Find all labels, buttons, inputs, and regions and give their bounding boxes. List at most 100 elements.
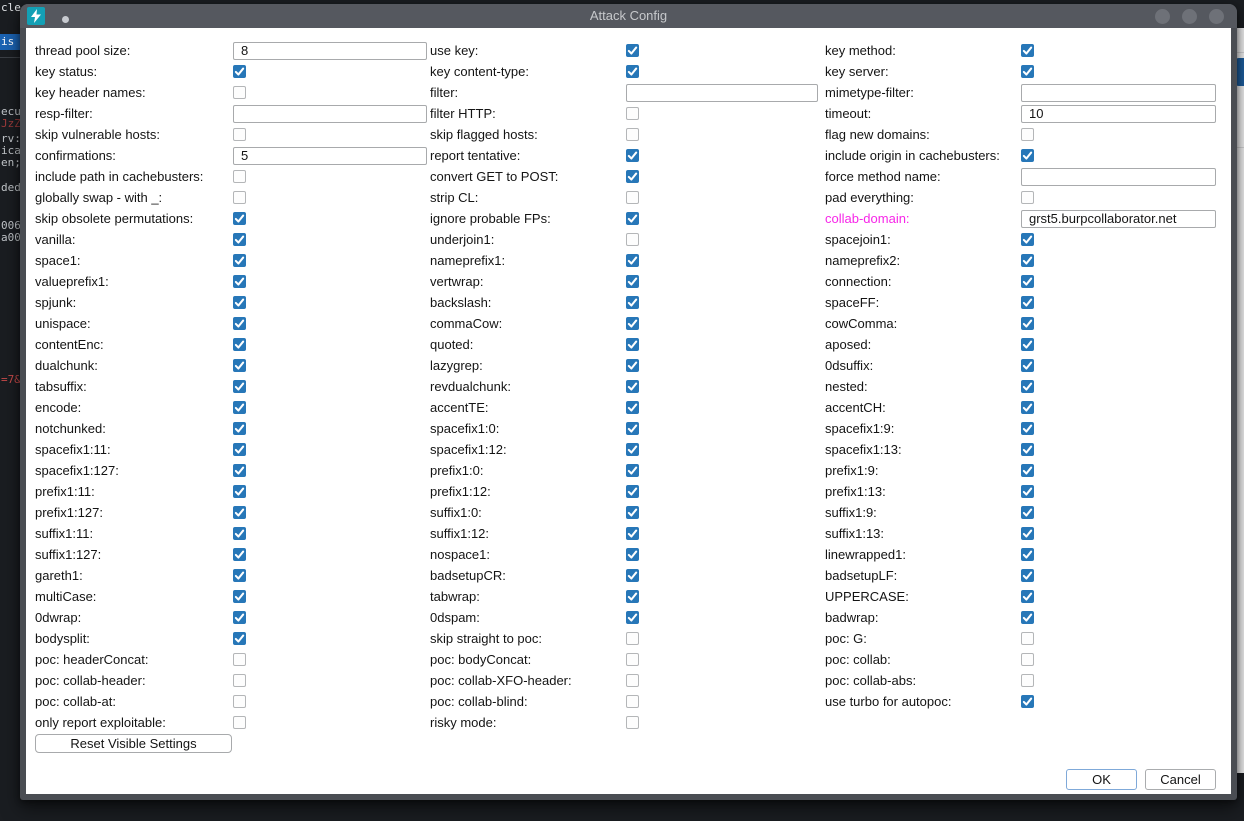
checkbox-vertwrap[interactable] [626,275,639,288]
checkbox-prefix1-9[interactable] [1021,464,1034,477]
checkbox-risky-mode[interactable] [626,716,639,729]
checkbox-filter-http[interactable] [626,107,639,120]
checkbox-tabsuffix[interactable] [233,380,246,393]
cancel-button[interactable]: Cancel [1145,769,1216,790]
checkbox-skip-straight-to-poc[interactable] [626,632,639,645]
checkbox-include-path-in-cachebusters[interactable] [233,170,246,183]
checkbox-skip-flagged-hosts[interactable] [626,128,639,141]
titlebar[interactable]: Attack Config [20,4,1237,28]
checkbox-poc-collab[interactable] [1021,653,1034,666]
checkbox-nospace1[interactable] [626,548,639,561]
checkbox-valueprefix1[interactable] [233,275,246,288]
checkbox-suffix1-0[interactable] [626,506,639,519]
reset-visible-settings-button[interactable]: Reset Visible Settings [35,734,232,753]
checkbox-spacefix1-12[interactable] [626,443,639,456]
checkbox-nameprefix2[interactable] [1021,254,1034,267]
checkbox-badwrap[interactable] [1021,611,1034,624]
checkbox-revdualchunk[interactable] [626,380,639,393]
checkbox-spacefix1-127[interactable] [233,464,246,477]
checkbox-vanilla[interactable] [233,233,246,246]
checkbox-underjoin1[interactable] [626,233,639,246]
checkbox-spacejoin1[interactable] [1021,233,1034,246]
checkbox-suffix1-12[interactable] [626,527,639,540]
checkbox-pad-everything[interactable] [1021,191,1034,204]
checkbox-prefix1-12[interactable] [626,485,639,498]
checkbox-0dsuffix[interactable] [1021,359,1034,372]
minimize-button[interactable] [1155,9,1170,24]
checkbox-prefix1-13[interactable] [1021,485,1034,498]
checkbox-skip-vulnerable-hosts[interactable] [233,128,246,141]
checkbox-aposed[interactable] [1021,338,1034,351]
checkbox-notchunked[interactable] [233,422,246,435]
checkbox-use-turbo-for-autopoc[interactable] [1021,695,1034,708]
checkbox-spacefix1-11[interactable] [233,443,246,456]
checkbox-quoted[interactable] [626,338,639,351]
checkbox-include-origin-in-cachebusters[interactable] [1021,149,1034,162]
checkbox-accentte[interactable] [626,401,639,414]
input-force-method-name[interactable] [1021,168,1216,186]
checkbox-suffix1-127[interactable] [233,548,246,561]
checkbox-commacow[interactable] [626,317,639,330]
checkbox-spacefix1-0[interactable] [626,422,639,435]
checkbox-prefix1-127[interactable] [233,506,246,519]
checkbox-poc-headerconcat[interactable] [233,653,246,666]
checkbox-key-content-type[interactable] [626,65,639,78]
checkbox-prefix1-11[interactable] [233,485,246,498]
checkbox-key-status[interactable] [233,65,246,78]
checkbox-lazygrep[interactable] [626,359,639,372]
checkbox-space1[interactable] [233,254,246,267]
checkbox-contentenc[interactable] [233,338,246,351]
checkbox-poc-collab-blind[interactable] [626,695,639,708]
checkbox-suffix1-9[interactable] [1021,506,1034,519]
checkbox-poc-g[interactable] [1021,632,1034,645]
input-resp-filter[interactable] [233,105,427,123]
checkbox-flag-new-domains[interactable] [1021,128,1034,141]
checkbox-badsetuplf[interactable] [1021,569,1034,582]
checkbox-dualchunk[interactable] [233,359,246,372]
checkbox-convert-get-to-post[interactable] [626,170,639,183]
input-thread-pool-size[interactable] [233,42,427,60]
checkbox-cowcomma[interactable] [1021,317,1034,330]
checkbox-poc-bodyconcat[interactable] [626,653,639,666]
checkbox-poc-collab-at[interactable] [233,695,246,708]
checkbox-spacefix1-13[interactable] [1021,443,1034,456]
checkbox-linewrapped1[interactable] [1021,548,1034,561]
checkbox-poc-collab-abs[interactable] [1021,674,1034,687]
checkbox-globally-swap-with[interactable] [233,191,246,204]
checkbox-multicase[interactable] [233,590,246,603]
checkbox-nameprefix1[interactable] [626,254,639,267]
checkbox-gareth1[interactable] [233,569,246,582]
checkbox-key-header-names[interactable] [233,86,246,99]
checkbox-bodysplit[interactable] [233,632,246,645]
checkbox-0dwrap[interactable] [233,611,246,624]
checkbox-key-method[interactable] [1021,44,1034,57]
checkbox-only-report-exploitable[interactable] [233,716,246,729]
close-button[interactable] [1209,9,1224,24]
input-filter[interactable] [626,84,818,102]
checkbox-tabwrap[interactable] [626,590,639,603]
checkbox-encode[interactable] [233,401,246,414]
checkbox-poc-collab-header[interactable] [233,674,246,687]
checkbox-backslash[interactable] [626,296,639,309]
checkbox-poc-collab-xfo-header[interactable] [626,674,639,687]
checkbox-prefix1-0[interactable] [626,464,639,477]
maximize-button[interactable] [1182,9,1197,24]
checkbox-use-key[interactable] [626,44,639,57]
checkbox-badsetupcr[interactable] [626,569,639,582]
checkbox-uppercase[interactable] [1021,590,1034,603]
checkbox-ignore-probable-fps[interactable] [626,212,639,225]
checkbox-accentch[interactable] [1021,401,1034,414]
checkbox-suffix1-11[interactable] [233,527,246,540]
checkbox-spacefix1-9[interactable] [1021,422,1034,435]
checkbox-0dspam[interactable] [626,611,639,624]
checkbox-report-tentative[interactable] [626,149,639,162]
checkbox-skip-obsolete-permutations[interactable] [233,212,246,225]
input-mimetype-filter[interactable] [1021,84,1216,102]
input-collab-domain[interactable] [1021,210,1216,228]
checkbox-nested[interactable] [1021,380,1034,393]
checkbox-unispace[interactable] [233,317,246,330]
checkbox-spjunk[interactable] [233,296,246,309]
ok-button[interactable]: OK [1066,769,1137,790]
input-timeout[interactable] [1021,105,1216,123]
checkbox-key-server[interactable] [1021,65,1034,78]
